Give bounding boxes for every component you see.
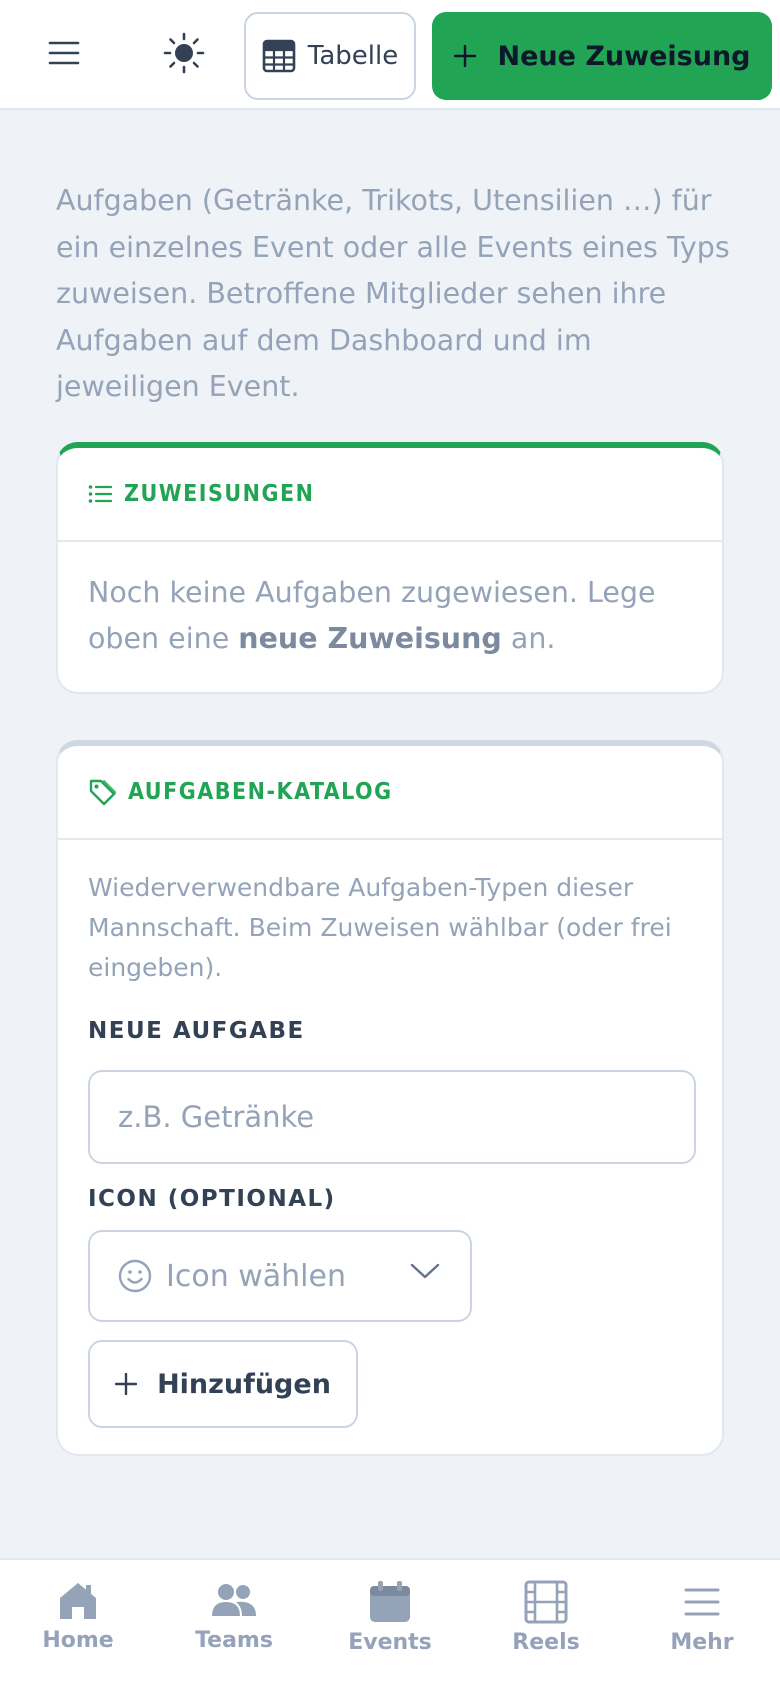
nav-label-events: Events [348,1630,432,1655]
nav-item-home[interactable]: Home [0,1560,156,1688]
add-task-label: Hinzufügen [157,1368,331,1400]
hamburger-icon [48,41,80,65]
nav-item-teams[interactable]: Teams [156,1560,312,1688]
smiley-icon [118,1259,152,1293]
table-view-label: Tabelle [307,41,399,71]
catalog-title: AUFGABEN-KATALOG [128,779,393,805]
table-icon [262,39,296,73]
plus-icon [115,1373,138,1395]
table-view-button[interactable]: Tabelle [244,12,416,100]
icon-label: ICON (OPTIONAL) [88,1186,336,1212]
nav-label-reels: Reels [512,1630,580,1655]
icon-select-value: Icon wählen [166,1258,346,1294]
nav-label-teams: Teams [195,1628,273,1653]
assignments-title: ZUWEISUNGEN [124,481,315,507]
menu-icon [684,1588,720,1616]
catalog-header: AUFGABEN-KATALOG [58,746,722,840]
chevron-down-icon [410,1263,440,1279]
nav-label-more: Mehr [670,1630,734,1655]
new-task-label: NEUE AUFGABE [88,1018,305,1044]
assignments-header: ZUWEISUNGEN [58,448,722,542]
home-icon [60,1583,96,1619]
film-icon [524,1580,568,1624]
catalog-description: Wiederverwendbare Aufgaben-Typen dieser … [88,873,672,982]
users-icon [212,1584,256,1616]
calendar-icon [370,1581,410,1622]
theme-toggle-button[interactable] [148,22,220,84]
tag-icon [89,779,116,806]
nav-label-home: Home [42,1628,114,1653]
new-assignment-label: Neue Zuweisung [497,40,751,72]
sun-icon [163,32,205,74]
intro-text: Aufgaben (Getränke, Trikots, Utensilien … [56,184,730,403]
list-icon [88,485,112,503]
bottom-navigation: Home Teams Events Reels Mehr [0,1558,780,1688]
top-bar: Tabelle Neue Zuweisung [0,0,780,110]
new-assignment-link[interactable]: neue Zuweisung [238,622,502,655]
plus-icon [453,45,476,67]
menu-button[interactable] [28,22,100,84]
icon-select[interactable]: Icon wählen [88,1230,472,1322]
assignments-card: ZUWEISUNGEN Noch keine Aufgaben zugewies… [56,442,724,694]
new-task-input[interactable] [88,1070,696,1164]
task-catalog-card: AUFGABEN-KATALOG Wiederverwendbare Aufga… [56,740,724,1456]
nav-item-more[interactable]: Mehr [624,1560,780,1688]
add-task-button[interactable]: Hinzufügen [88,1340,358,1428]
nav-item-events[interactable]: Events [312,1560,468,1688]
nav-item-reels[interactable]: Reels [468,1560,624,1688]
assignments-empty-state: Noch keine Aufgaben zugewiesen. Lege obe… [58,542,722,662]
empty-state-suffix: an. [501,622,556,655]
new-assignment-button[interactable]: Neue Zuweisung [432,12,772,100]
